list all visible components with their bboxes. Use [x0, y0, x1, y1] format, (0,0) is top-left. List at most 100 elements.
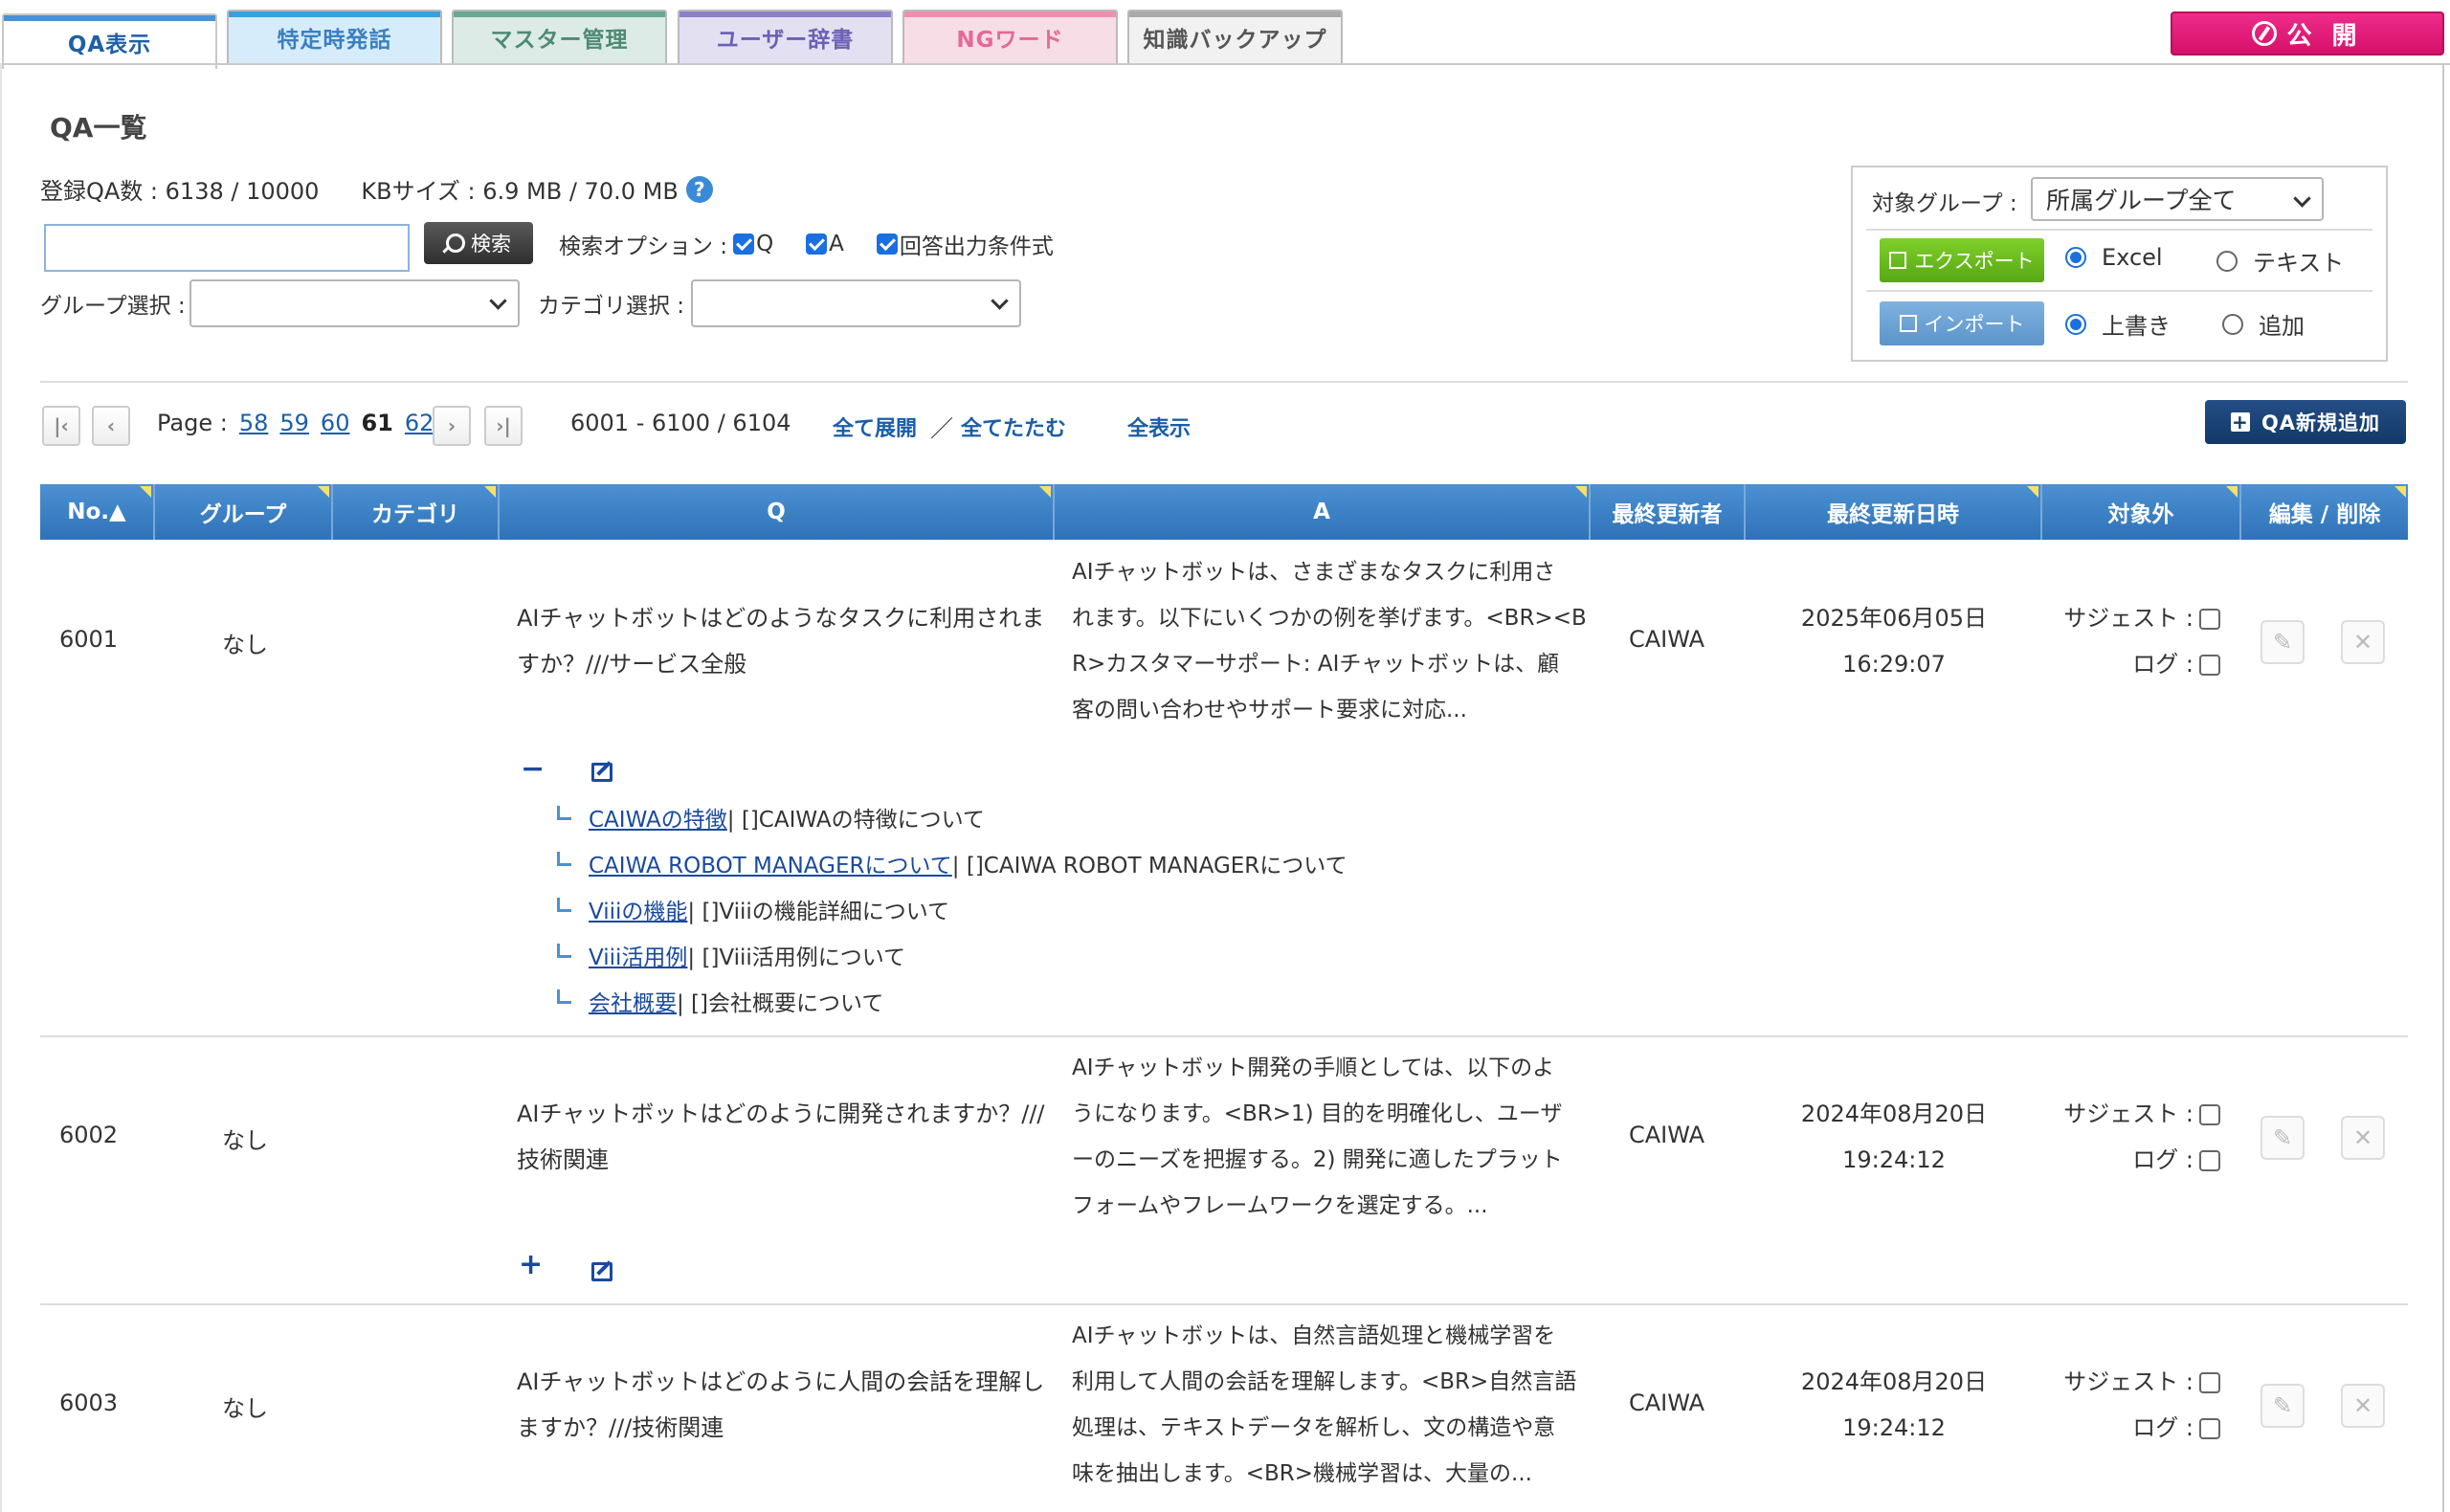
- add-qa-button[interactable]: + QA新規追加: [2205, 400, 2406, 444]
- related-link[interactable]: 会社概要: [589, 985, 677, 1017]
- row-updated-at: 2024年08月20日 19:24:12: [1763, 1091, 2025, 1183]
- option-a-checkbox[interactable]: [806, 233, 828, 255]
- help-icon[interactable]: ?: [685, 175, 713, 203]
- collapse-toggle[interactable]: −: [521, 752, 545, 786]
- col-exclude[interactable]: 対象外: [2042, 484, 2241, 540]
- answer-line: 味を抽出します。<BR>機械学習は、大量の...: [1072, 1461, 1532, 1486]
- tab-ng-word[interactable]: NGワード: [902, 10, 1118, 63]
- delete-button[interactable]: ✕: [2341, 1384, 2385, 1428]
- col-no[interactable]: No.▲: [40, 484, 155, 540]
- excel-radio[interactable]: [2065, 247, 2086, 268]
- import-export-panel: 対象グループ : 所属グループ全て エクスポート Excel テキスト インポー…: [1851, 166, 2388, 362]
- search-input[interactable]: [44, 224, 410, 272]
- page-link-58[interactable]: 58: [239, 410, 269, 436]
- show-all-link[interactable]: 全表示: [1127, 411, 1191, 442]
- publish-button[interactable]: 公 開: [2171, 11, 2444, 56]
- expand-toggle[interactable]: +: [519, 1248, 543, 1281]
- export-format-text[interactable]: テキスト: [2216, 244, 2344, 278]
- stats: 登録QA数 : 6138 / 10000 KBサイズ : 6.9 MB / 70…: [40, 172, 713, 206]
- category-select[interactable]: [691, 279, 1021, 327]
- text-radio[interactable]: [2216, 250, 2238, 272]
- option-q-checkbox[interactable]: [733, 233, 755, 255]
- edit-button[interactable]: ✎: [2261, 620, 2305, 664]
- delete-button[interactable]: ✕: [2341, 1116, 2385, 1160]
- updated-time: 16:29:07: [1842, 651, 1946, 678]
- suggest-checkbox[interactable]: [2199, 1372, 2220, 1393]
- related-links: CAIWAの特徴 | []CAIWAの特徴について CAIWA ROBOT MAN…: [557, 794, 1348, 1024]
- table-header: No.▲ グループ カテゴリ Q A 最終更新者 最終更新日時 対象外 編集 /…: [40, 484, 2408, 540]
- tab-master[interactable]: マスター管理: [452, 10, 667, 63]
- first-page-button[interactable]: |‹: [42, 406, 80, 446]
- search-button[interactable]: 検索: [424, 222, 533, 264]
- list-item: CAIWA ROBOT MANAGERについて | []CAIWA ROBOT M…: [557, 840, 1348, 886]
- suggest-checkbox[interactable]: [2199, 1104, 2220, 1125]
- updated-date: 2024年08月20日: [1800, 1101, 1988, 1127]
- close-icon: ✕: [2352, 629, 2373, 656]
- row-updater: CAIWA: [1629, 1122, 1705, 1148]
- updated-date: 2025年06月05日: [1800, 605, 1988, 632]
- edit-link-button[interactable]: [591, 1256, 612, 1289]
- page-link-62[interactable]: 62: [405, 410, 434, 436]
- import-mode-overwrite[interactable]: 上書き: [2065, 307, 2171, 341]
- collapse-all-link[interactable]: 全てたたむ: [961, 411, 1066, 442]
- related-link[interactable]: CAIWAの特徴: [589, 801, 727, 834]
- edit-button[interactable]: ✎: [2261, 1116, 2305, 1160]
- log-checkbox[interactable]: [2199, 1418, 2220, 1439]
- tab-backup[interactable]: 知識バックアップ: [1127, 10, 1343, 63]
- page-link-60[interactable]: 60: [321, 410, 350, 436]
- related-text: | []会社概要について: [677, 991, 884, 1016]
- row-no: 6003: [59, 1390, 119, 1416]
- overwrite-label: 上書き: [2102, 313, 2171, 340]
- tab-master-label: マスター管理: [490, 28, 629, 53]
- tab-user-dictionary[interactable]: ユーザー辞書: [678, 10, 893, 63]
- page-current: 61: [361, 410, 393, 436]
- col-updater[interactable]: 最終更新者: [1591, 484, 1746, 540]
- export-format-excel[interactable]: Excel: [2065, 244, 2163, 271]
- tab-tokutei[interactable]: 特定時発話: [227, 10, 442, 63]
- answer-line: AIチャットボットは、さまざまなタスクに利用さ: [1072, 560, 1556, 585]
- col-group[interactable]: グループ: [155, 484, 333, 540]
- export-button[interactable]: エクスポート: [1880, 238, 2044, 282]
- suggest-label: サジェスト :: [2063, 1101, 2194, 1127]
- row-answer[interactable]: AIチャットボット開発の手順としては、以下のよ うになります。<BR>1) 目的…: [1072, 1045, 1563, 1229]
- related-text: | []CAIWA ROBOT MANAGERについて: [951, 854, 1348, 878]
- chevron-down-icon: [2293, 189, 2311, 208]
- related-link[interactable]: Viiiの機能: [589, 893, 687, 925]
- prev-page-button[interactable]: ‹: [92, 406, 130, 446]
- col-category-label: カテゴリ: [371, 502, 459, 527]
- answer-line: AIチャットボット開発の手順としては、以下のよ: [1072, 1056, 1555, 1080]
- group-select[interactable]: [189, 279, 520, 327]
- col-category[interactable]: カテゴリ: [333, 484, 500, 540]
- tab-qa[interactable]: QA表示: [2, 13, 217, 69]
- row-answer[interactable]: AIチャットボットは、自然言語処理と機械学習を 利用して人間の会話を理解します。…: [1072, 1313, 1576, 1497]
- append-radio[interactable]: [2222, 313, 2243, 335]
- last-page-button[interactable]: ›|: [484, 406, 523, 446]
- row-question[interactable]: AIチャットボットはどのように人間の会話を理解し ますか？///技術関連: [517, 1359, 1044, 1451]
- answer-line: フォームやフレームワークを選定する。...: [1072, 1193, 1488, 1218]
- target-group-label: 対象グループ :: [1872, 191, 2017, 216]
- related-link[interactable]: CAIWA ROBOT MANAGERについて: [589, 847, 952, 879]
- log-checkbox[interactable]: [2199, 655, 2220, 676]
- target-group-select[interactable]: 所属グループ全て: [2031, 177, 2324, 221]
- import-mode-append[interactable]: 追加: [2222, 307, 2305, 341]
- row-question[interactable]: AIチャットボットはどのようなタスクに利用されま すか？///サービス全般: [517, 595, 1044, 687]
- expand-all-link[interactable]: 全て展開: [833, 411, 917, 442]
- row-question[interactable]: AIチャットボットはどのように開発されますか？/// 技術関連: [517, 1091, 1045, 1183]
- col-updated-at[interactable]: 最終更新日時: [1746, 484, 2042, 540]
- row-answer[interactable]: AIチャットボットは、さまざまなタスクに利用さ れます。以下にいくつかの例を挙げ…: [1072, 549, 1587, 733]
- suggest-label: サジェスト :: [2063, 1368, 2194, 1395]
- log-checkbox[interactable]: [2199, 1150, 2220, 1171]
- edit-button[interactable]: ✎: [2261, 1384, 2305, 1428]
- col-a[interactable]: A: [1055, 484, 1591, 540]
- edit-link-button[interactable]: [591, 756, 612, 789]
- col-q[interactable]: Q: [500, 484, 1055, 540]
- option-condition-checkbox[interactable]: [876, 233, 898, 255]
- import-button[interactable]: インポート: [1880, 301, 2044, 345]
- next-page-button[interactable]: ›: [433, 406, 471, 446]
- overwrite-radio[interactable]: [2065, 313, 2086, 335]
- suggest-checkbox[interactable]: [2199, 609, 2220, 630]
- page-link-59[interactable]: 59: [279, 410, 309, 436]
- related-link[interactable]: Viii活用例: [589, 939, 687, 971]
- question-line: 技術関連: [517, 1146, 609, 1173]
- delete-button[interactable]: ✕: [2341, 620, 2385, 664]
